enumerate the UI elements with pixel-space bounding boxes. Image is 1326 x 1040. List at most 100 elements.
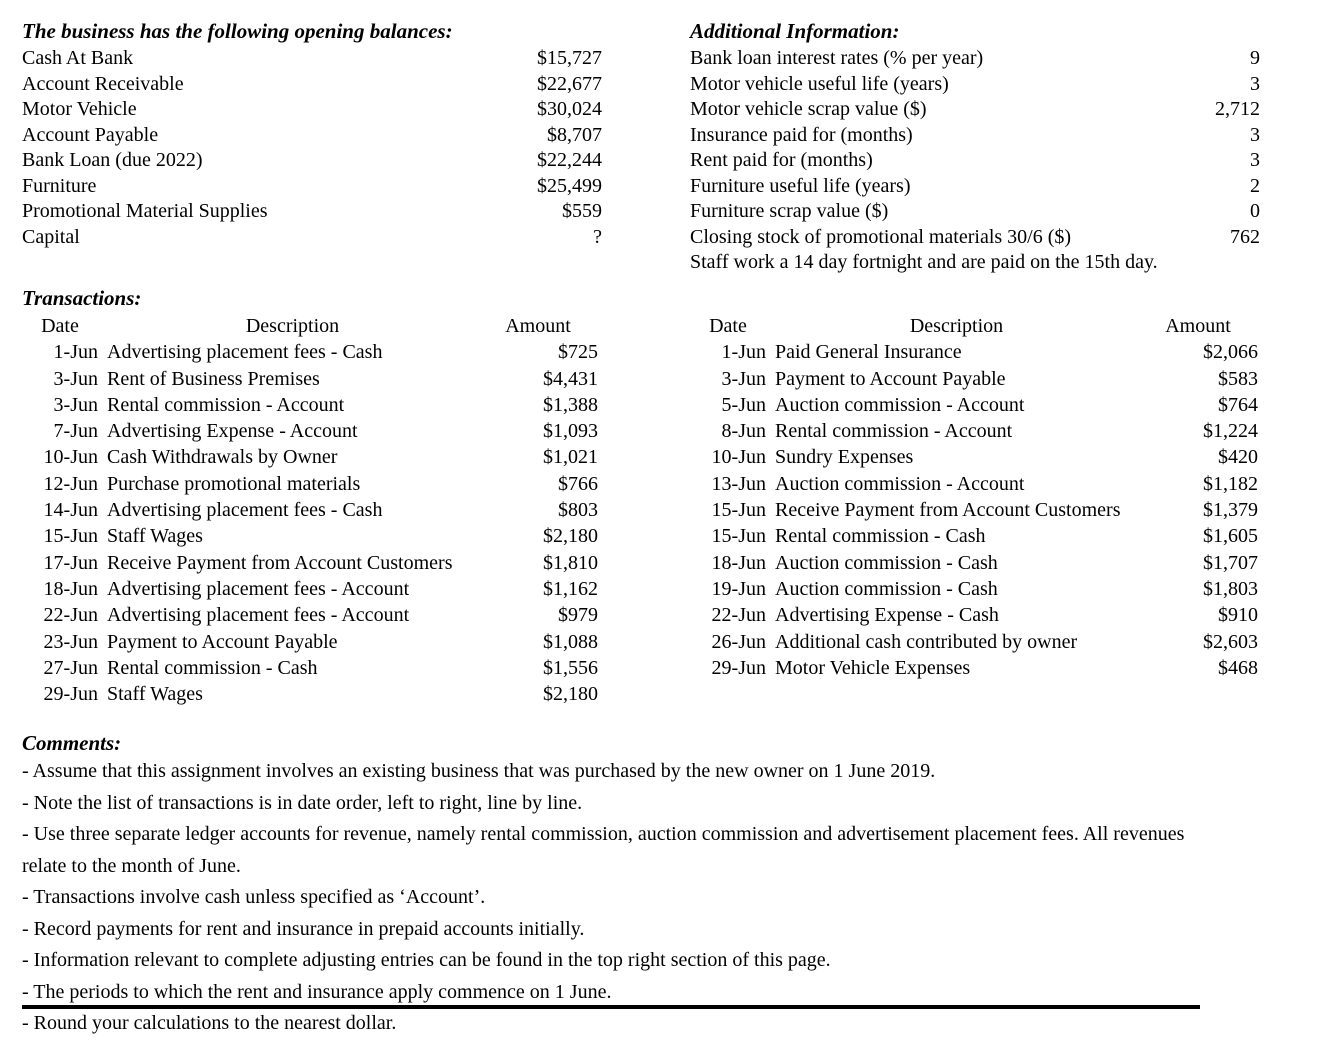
transaction-amount: $979 bbox=[558, 604, 598, 627]
transaction-description: Advertising placement fees - Account bbox=[107, 604, 410, 627]
table-row: Furniture scrap value ($) 0 bbox=[690, 199, 1260, 225]
transaction-amount: $1,182 bbox=[1203, 472, 1258, 495]
transaction-amount: $4,431 bbox=[543, 367, 598, 390]
transactions-left-header: Date Description Amount bbox=[22, 313, 598, 339]
comment-item: - Use three separate ledger accounts for… bbox=[22, 823, 1185, 877]
table-row: 19-Jun Auction commission - Cash $1,803 bbox=[690, 576, 1258, 602]
balance-value: $22,244 bbox=[537, 149, 602, 171]
transaction-date: 3-Jun bbox=[721, 367, 766, 390]
info-label: Furniture scrap value ($) bbox=[690, 200, 889, 222]
transactions-left-table-wrapper: Date Description Amount 1-Jun Advertisin… bbox=[22, 313, 598, 707]
transaction-amount: $468 bbox=[1218, 656, 1258, 679]
comment-item: - The periods to which the rent and insu… bbox=[22, 980, 612, 1003]
transaction-amount: $2,603 bbox=[1203, 630, 1258, 653]
transaction-description: Advertising placement fees - Cash bbox=[107, 499, 383, 522]
transaction-amount: $766 bbox=[558, 472, 598, 495]
table-row: 13-Jun Auction commission - Account $1,1… bbox=[690, 471, 1258, 497]
table-row: 22-Jun Advertising placement fees - Acco… bbox=[22, 602, 598, 628]
balance-label: Cash At Bank bbox=[22, 47, 134, 69]
transaction-date: 7-Jun bbox=[53, 420, 98, 443]
transaction-description: Advertising placement fees - Cash bbox=[107, 341, 383, 364]
table-row: 29-Jun Staff Wages $2,180 bbox=[22, 681, 598, 707]
balance-value: $30,024 bbox=[537, 98, 602, 120]
transaction-description: Purchase promotional materials bbox=[107, 472, 361, 495]
table-row: 3-Jun Rent of Business Premises $4,431 bbox=[22, 366, 598, 392]
table-row: 15-Jun Staff Wages $2,180 bbox=[22, 523, 598, 549]
transaction-amount: $2,180 bbox=[543, 683, 598, 706]
transaction-description: Staff Wages bbox=[107, 525, 203, 548]
transaction-description: Auction commission - Account bbox=[775, 472, 1025, 495]
balance-value: $25,499 bbox=[537, 174, 602, 197]
transaction-date: 3-Jun bbox=[53, 367, 98, 390]
transaction-date: 5-Jun bbox=[721, 393, 766, 416]
table-row: 8-Jun Rental commission - Account $1,224 bbox=[690, 418, 1258, 444]
additional-information-section: Additional Information: Bank loan intere… bbox=[690, 18, 1260, 276]
transaction-date: 13-Jun bbox=[711, 472, 766, 495]
transaction-amount: $2,180 bbox=[543, 525, 598, 548]
info-value: 3 bbox=[1250, 123, 1260, 146]
comment-item: - Round your calculations to the nearest… bbox=[22, 1012, 397, 1034]
transaction-description: Advertising Expense - Cash bbox=[775, 604, 999, 627]
table-row: Furniture useful life (years) 2 bbox=[690, 174, 1260, 200]
info-value: 2 bbox=[1250, 174, 1260, 197]
table-row: 1-Jun Advertising placement fees - Cash … bbox=[22, 339, 598, 365]
info-value: 0 bbox=[1250, 200, 1260, 222]
table-row: Furniture $25,499 bbox=[22, 174, 602, 200]
transaction-description: Motor Vehicle Expenses bbox=[775, 656, 971, 679]
table-row: Motor Vehicle $30,024 bbox=[22, 97, 602, 123]
transaction-description: Advertising placement fees - Account bbox=[107, 577, 410, 600]
table-row: Cash At Bank $15,727 bbox=[22, 46, 602, 72]
table-row: 14-Jun Advertising placement fees - Cash… bbox=[22, 497, 598, 523]
table-row: 5-Jun Auction commission - Account $764 bbox=[690, 392, 1258, 418]
transaction-amount: $1,707 bbox=[1203, 551, 1258, 574]
transaction-date: 27-Jun bbox=[43, 656, 98, 679]
comments-heading: Comments: bbox=[22, 731, 122, 755]
transaction-date: 22-Jun bbox=[43, 604, 98, 627]
table-row: Bank loan interest rates (% per year) 9 bbox=[690, 46, 1260, 72]
table-row: Promotional Material Supplies $559 bbox=[22, 199, 602, 225]
transaction-date: 29-Jun bbox=[43, 683, 98, 706]
info-value: 3 bbox=[1250, 72, 1260, 95]
transaction-description: Payment to Account Payable bbox=[107, 630, 338, 653]
column-header-date: Date bbox=[709, 315, 747, 337]
balance-label: Capital bbox=[22, 225, 80, 248]
transaction-amount: $764 bbox=[1218, 393, 1258, 416]
comment-item: - Information relevant to complete adjus… bbox=[22, 949, 831, 971]
transaction-amount: $1,162 bbox=[543, 577, 598, 600]
transaction-description: Rental commission - Account bbox=[775, 420, 1013, 443]
column-header-date: Date bbox=[41, 315, 79, 337]
table-row: Motor vehicle useful life (years) 3 bbox=[690, 72, 1260, 98]
transaction-amount: $1,021 bbox=[543, 446, 598, 469]
balance-value: ? bbox=[593, 225, 602, 248]
document-page: The business has the following opening b… bbox=[0, 0, 1326, 1034]
table-row: 27-Jun Rental commission - Cash $1,556 bbox=[22, 655, 598, 681]
page-bottom-rule bbox=[22, 1005, 1200, 1009]
transaction-amount: $1,093 bbox=[543, 420, 598, 443]
transaction-date: 29-Jun bbox=[711, 656, 766, 679]
balance-label: Furniture bbox=[22, 174, 97, 197]
column-header-description: Description bbox=[245, 315, 340, 337]
transaction-description: Payment to Account Payable bbox=[775, 367, 1006, 390]
table-row: Bank Loan (due 2022) $22,244 bbox=[22, 148, 602, 174]
transaction-amount: $1,379 bbox=[1203, 499, 1258, 522]
transactions-right-body: 1-Jun Paid General Insurance $2,066 3-Ju… bbox=[690, 339, 1258, 681]
transaction-description: Rental commission - Cash bbox=[775, 525, 986, 548]
column-header-amount: Amount bbox=[1165, 315, 1231, 337]
transaction-date: 17-Jun bbox=[43, 551, 98, 574]
info-label: Motor vehicle scrap value ($) bbox=[690, 98, 927, 120]
transaction-description: Additional cash contributed by owner bbox=[775, 630, 1078, 653]
transaction-date: 1-Jun bbox=[53, 341, 98, 364]
table-row: 7-Jun Advertising Expense - Account $1,0… bbox=[22, 418, 598, 444]
additional-information-body: Bank loan interest rates (% per year) 9 … bbox=[690, 46, 1260, 250]
opening-balances-table: Cash At Bank $15,727 Account Receivable … bbox=[22, 46, 602, 250]
comment-item: - Transactions involve cash unless speci… bbox=[22, 886, 486, 908]
transaction-date: 15-Jun bbox=[711, 525, 766, 548]
info-label: Bank loan interest rates (% per year) bbox=[690, 47, 984, 69]
balance-label: Bank Loan (due 2022) bbox=[22, 149, 203, 171]
table-row: 1-Jun Paid General Insurance $2,066 bbox=[690, 339, 1258, 365]
table-row: 17-Jun Receive Payment from Account Cust… bbox=[22, 550, 598, 576]
transaction-date: 23-Jun bbox=[43, 630, 98, 653]
table-row: Account Payable $8,707 bbox=[22, 123, 602, 149]
table-row: 18-Jun Advertising placement fees - Acco… bbox=[22, 576, 598, 602]
opening-balances-section: The business has the following opening b… bbox=[22, 18, 602, 250]
